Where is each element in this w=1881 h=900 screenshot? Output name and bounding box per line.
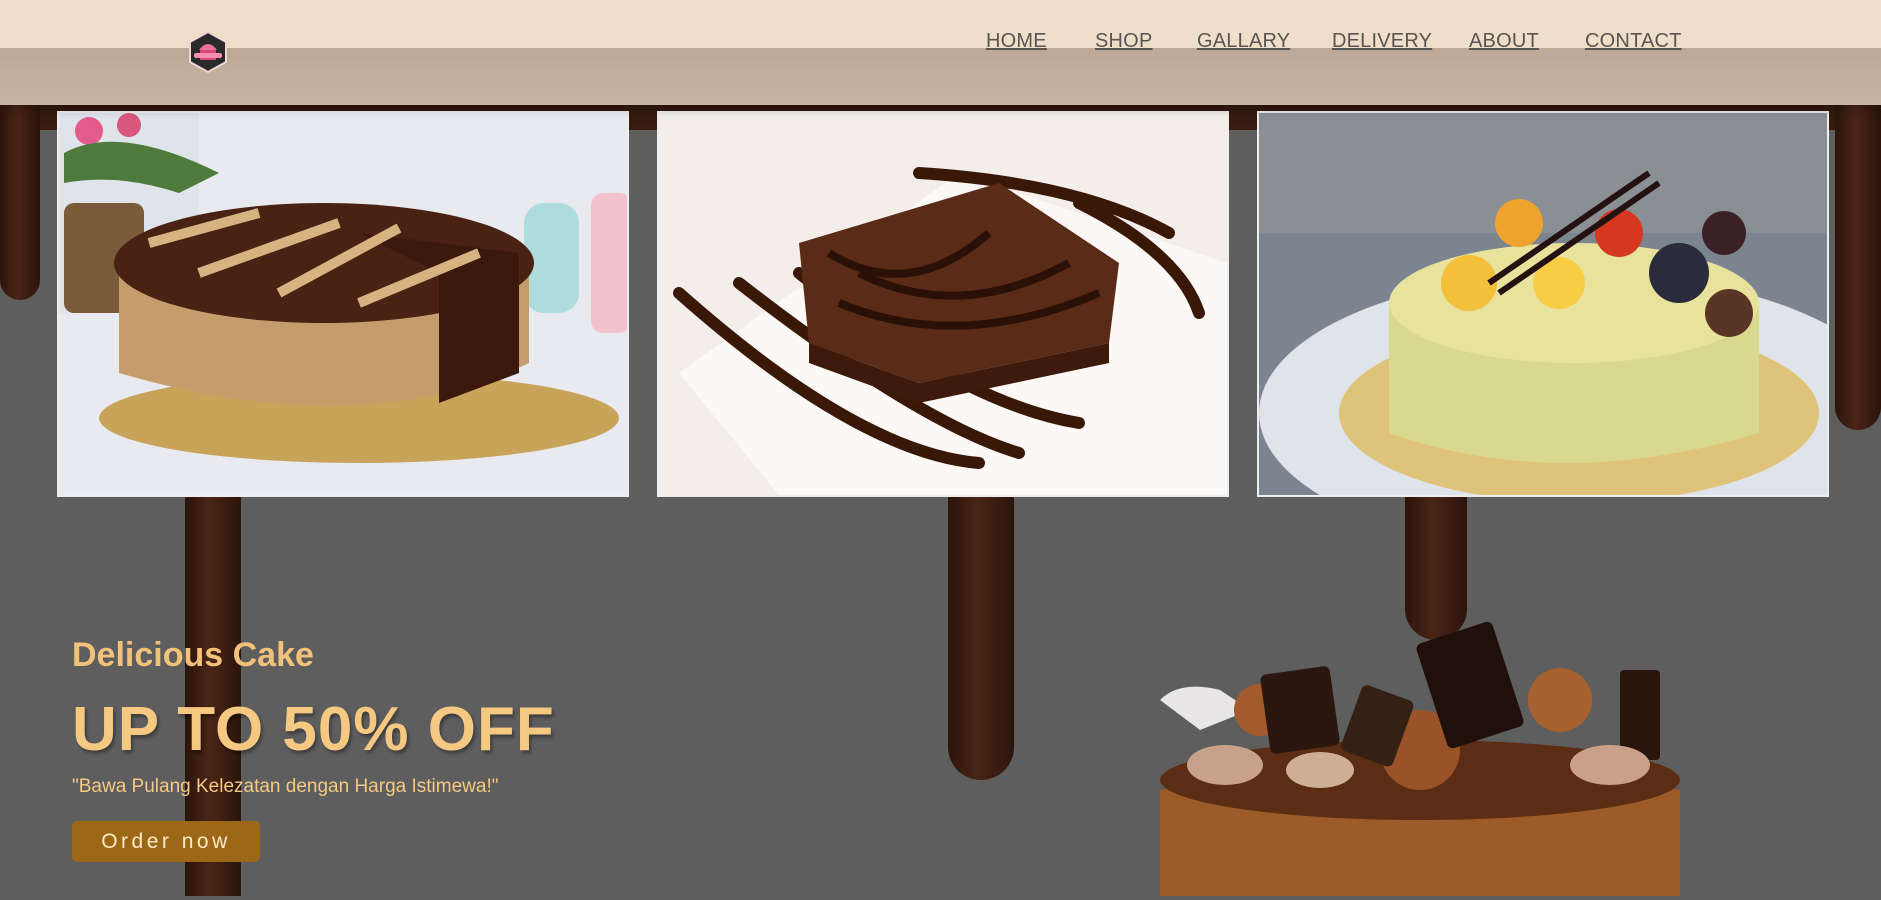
main-nav: HOME SHOP GALLARY DELIVERY ABOUT CONTACT	[0, 30, 1881, 54]
chocolate-truffle-cake-image	[1160, 621, 1680, 896]
chocolate-drip	[0, 100, 40, 300]
chocolate-drip	[1835, 100, 1881, 430]
nav-home-link[interactable]: HOME	[986, 30, 1047, 53]
hero-subtitle: Delicious Cake	[72, 636, 314, 674]
chocolate-cake-image	[59, 113, 627, 495]
gallery-image-brownie[interactable]	[657, 111, 1229, 497]
gallery-image-chocolate-cake[interactable]	[57, 111, 629, 497]
site-header: HOME SHOP GALLARY DELIVERY ABOUT CONTACT	[0, 0, 1881, 105]
nav-contact-link[interactable]: CONTACT	[1585, 30, 1682, 53]
hero-title: UP TO 50% OFF	[72, 695, 555, 764]
nav-delivery-link[interactable]: DELIVERY	[1332, 30, 1432, 53]
nav-about-link[interactable]: ABOUT	[1469, 30, 1539, 53]
nav-shop-link[interactable]: SHOP	[1095, 30, 1152, 53]
fruit-cheesecake-image	[1259, 113, 1827, 495]
brownie-image	[659, 113, 1227, 495]
hero-cake-image	[1140, 600, 1700, 896]
hero-tagline: "Bawa Pulang Kelezatan dengan Harga Isti…	[72, 776, 499, 797]
chocolate-drip	[948, 480, 1014, 780]
nav-gallary-link[interactable]: GALLARY	[1197, 30, 1290, 53]
order-now-button[interactable]: Order now	[72, 821, 260, 862]
gallery-image-fruit-cheesecake[interactable]	[1257, 111, 1829, 497]
